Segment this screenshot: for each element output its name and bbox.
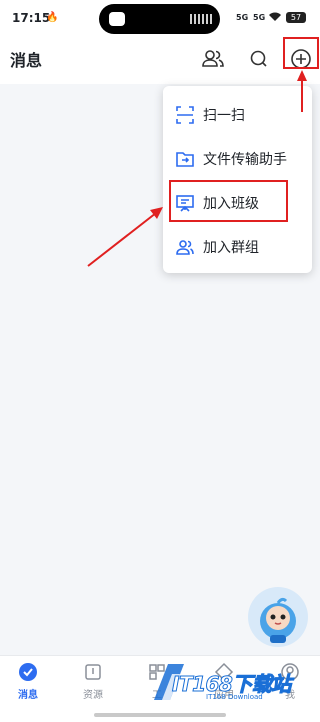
assistant-avatar[interactable] [248, 587, 308, 647]
tab-messages[interactable]: 消息 [0, 662, 60, 701]
tab-label: 资源 [83, 690, 103, 701]
arrow-up-to-add [297, 70, 307, 112]
watermark-subtext: IT168 Download [206, 693, 263, 701]
watermark-logo: IT168下载站 IT168 Download [150, 656, 320, 708]
home-indicator [94, 713, 226, 717]
message-icon [18, 662, 38, 682]
resource-icon [83, 662, 103, 682]
tab-label: 消息 [18, 690, 38, 701]
tab-resources[interactable]: 资源 [61, 662, 125, 701]
arrow-to-join-class [87, 207, 163, 267]
